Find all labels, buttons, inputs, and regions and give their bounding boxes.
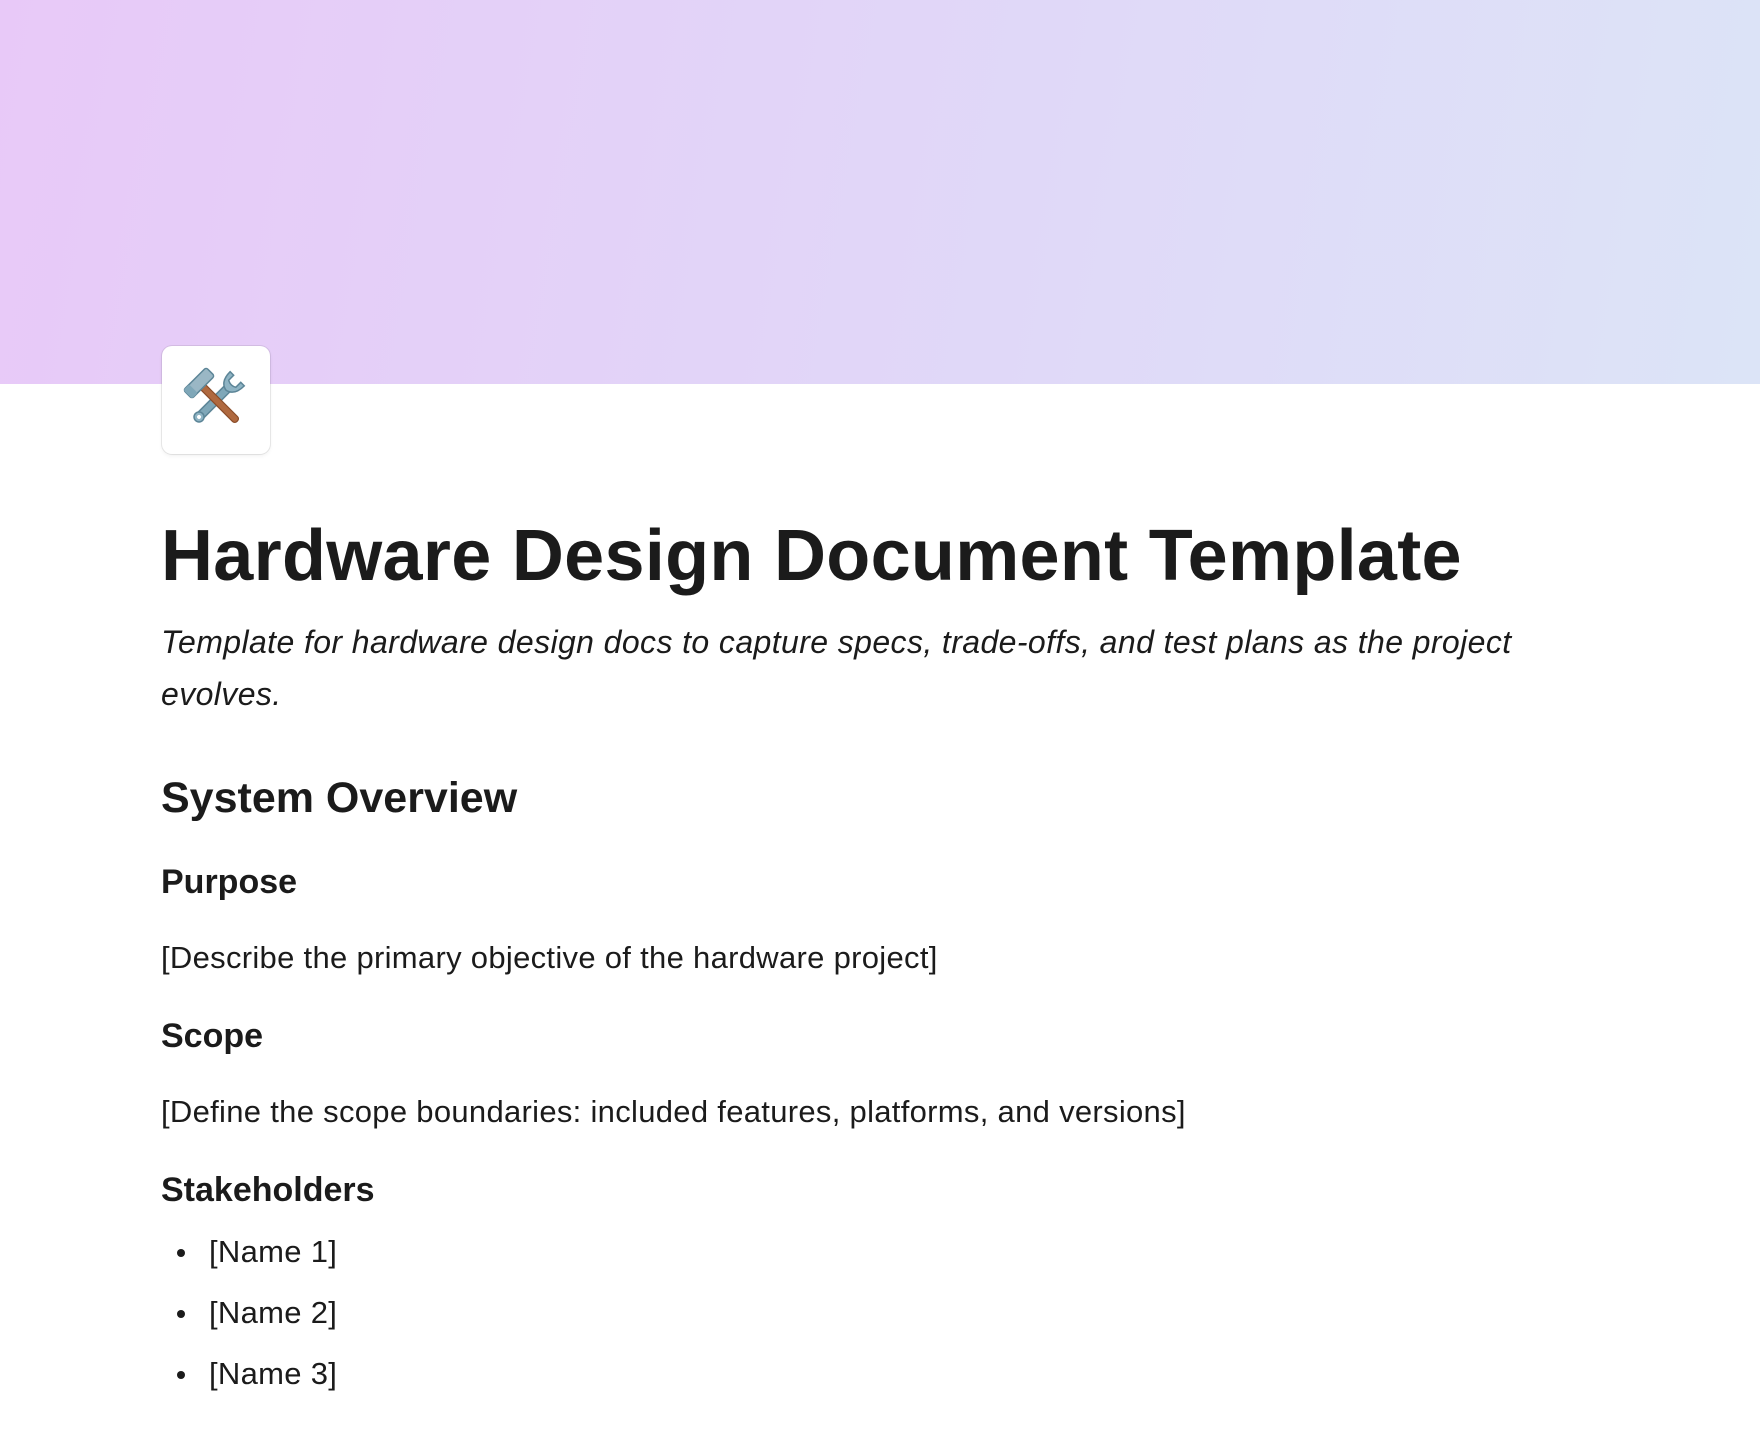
bullet-icon	[177, 1371, 185, 1379]
list-item-text: [Name 2]	[209, 1295, 338, 1330]
heading-system-overview[interactable]: System Overview	[161, 770, 1601, 826]
list-item[interactable]: [Name 1]	[177, 1230, 1601, 1274]
purpose-text[interactable]: [Describe the primary objective of the h…	[161, 936, 1601, 980]
heading-stakeholders[interactable]: Stakeholders	[161, 1168, 1601, 1212]
bullet-icon	[177, 1310, 185, 1318]
document-page: Hardware Design Document Template Templa…	[0, 0, 1760, 1440]
scope-text[interactable]: [Define the scope boundaries: included f…	[161, 1090, 1601, 1134]
list-item-text: [Name 1]	[209, 1234, 338, 1269]
page-title[interactable]: Hardware Design Document Template	[161, 510, 1601, 602]
heading-scope[interactable]: Scope	[161, 1014, 1601, 1058]
page-description[interactable]: Template for hardware design docs to cap…	[161, 616, 1601, 720]
cover-banner[interactable]	[0, 0, 1760, 384]
bullet-icon	[177, 1249, 185, 1257]
stakeholders-list: [Name 1] [Name 2] [Name 3]	[161, 1230, 1601, 1396]
list-item[interactable]: [Name 3]	[177, 1352, 1601, 1396]
heading-purpose[interactable]: Purpose	[161, 860, 1601, 904]
document-body: Hardware Design Document Template Templa…	[161, 510, 1601, 1413]
hammer-and-wrench-icon[interactable]	[162, 346, 270, 454]
list-item[interactable]: [Name 2]	[177, 1291, 1601, 1335]
list-item-text: [Name 3]	[209, 1356, 338, 1391]
